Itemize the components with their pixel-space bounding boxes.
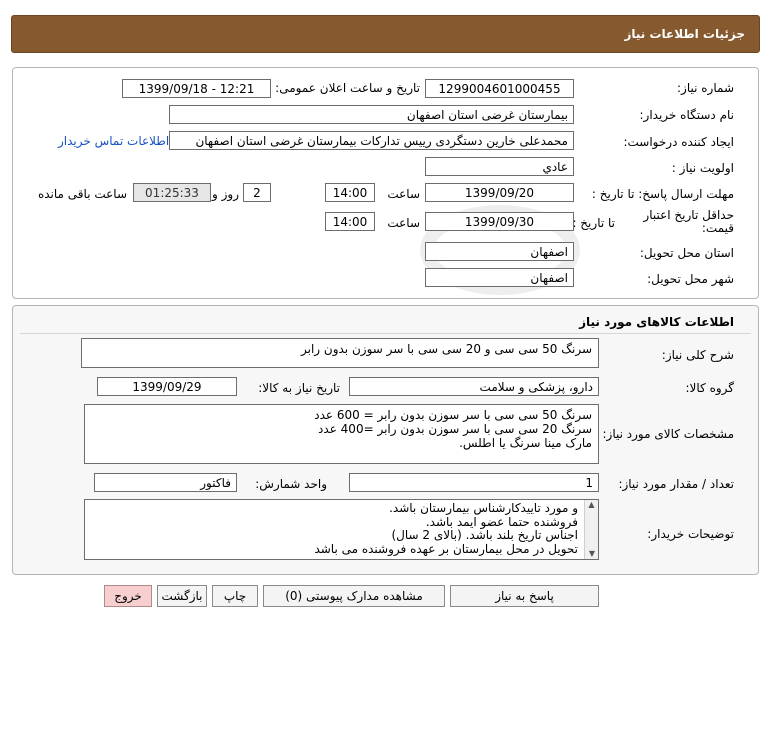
scroll-down-icon[interactable]: ▼ <box>585 549 599 559</box>
qty-field: 1 <box>349 473 599 492</box>
validity-time-field: 14:00 <box>325 212 375 231</box>
priority-field: عادي <box>425 157 574 176</box>
announce-field: 1399/09/18 - 12:21 <box>122 79 271 98</box>
specs-line: مارک مینا سرنگ یا اطلس. <box>459 436 592 450</box>
specs-line: سرنگ 50 سی سی با سر سوزن بدون رابر = 600… <box>314 408 592 422</box>
validity-label: حداقل تاریخ اعتبار قیمت: <box>643 208 734 235</box>
deadline-label: مهلت ارسال پاسخ: تا تاریخ : <box>591 187 734 201</box>
remaining-label: ساعت باقی مانده <box>37 187 127 201</box>
buyer-notes-line: اجناس تاریخ بلند باشد. (بالای 2 سال) <box>391 528 578 542</box>
qty-label: تعداد / مقدار مورد نیاز: <box>618 477 734 491</box>
exit-button[interactable]: خروج <box>104 585 152 607</box>
priority-label: اولویت نیاز : <box>671 161 734 175</box>
buyer-notes-line: فروشنده حتما عضو ایمد باشد. <box>425 514 578 529</box>
remaining-time-field: 01:25:33 <box>133 183 211 202</box>
unit-field: فاکتور <box>94 473 237 492</box>
buyer-notes-line: و مورد تاییدکارشناس بیمارستان باشد. <box>389 501 578 515</box>
page-title: جزئیات اطلاعات نیاز <box>624 27 745 41</box>
page-header: جزئیات اطلاعات نیاز <box>11 15 760 53</box>
buyer-notes-line: تحویل در محل بیمارستان بر عهده فروشنده م… <box>314 541 578 556</box>
group-field: دارو، پزشکی و سلامت <box>349 377 599 396</box>
specs-label: مشخصات کالای مورد نیاز: <box>602 427 734 441</box>
deadline-date-field: 1399/09/20 <box>425 183 574 202</box>
buyer-org-label: نام دستگاه خریدار: <box>639 108 735 122</box>
buyer-org-field: بیمارستان غرضی استان اصفهان <box>169 105 574 124</box>
validity-date-field: 1399/09/30 <box>425 212 574 231</box>
back-button[interactable]: بازگشت <box>157 585 207 607</box>
general-desc-label: شرح کلی نیاز: <box>661 348 734 362</box>
scroll-up-icon[interactable]: ▲ <box>585 500 598 510</box>
attachments-button[interactable]: مشاهده مدارک پیوستی (0) <box>263 585 445 607</box>
goods-title-divider <box>20 333 751 334</box>
print-button[interactable]: چاپ <box>212 585 258 607</box>
group-label: گروه کالا: <box>685 381 735 395</box>
city-label: شهر محل تحویل: <box>647 272 734 286</box>
specs-line: سرنگ 20 سی سی با سر سوزن بدون رابر =400 … <box>318 422 592 436</box>
reply-button[interactable]: پاسخ به نیاز <box>450 585 599 607</box>
general-desc-field: سرنگ 50 سی سی و 20 سی سی با سر سوزن بدون… <box>81 338 599 368</box>
buyer-notes-label: توضیحات خریدار: <box>647 527 734 541</box>
deadline-time-label: ساعت <box>387 187 420 201</box>
unit-label: واحد شمارش: <box>255 477 327 491</box>
buyer-notes-field[interactable]: و مورد تاییدکارشناس بیمارستان باشد. فروش… <box>84 499 599 560</box>
announce-label: تاریخ و ساعت اعلان عمومی: <box>275 81 420 95</box>
need-date-label: تاریخ نیاز به کالا: <box>258 381 340 395</box>
days-label: روز و <box>212 187 239 201</box>
need-number-field: 1299004601000455 <box>425 79 574 98</box>
validity-to-label: تا تاریخ : <box>572 216 615 230</box>
requester-label: ایجاد کننده درخواست: <box>623 135 734 149</box>
buyer-notes-scrollbar[interactable]: ▲ ▼ <box>584 500 598 559</box>
days-field: 2 <box>243 183 271 202</box>
contact-buyer-link[interactable]: اطلاعات تماس خریدار <box>58 134 169 148</box>
city-field: اصفهان <box>425 268 574 287</box>
province-field: اصفهان <box>425 242 574 261</box>
province-label: استان محل تحویل: <box>639 246 734 260</box>
info-panel <box>12 67 759 299</box>
need-number-label: شماره نیاز: <box>677 81 734 95</box>
specs-field: سرنگ 50 سی سی با سر سوزن بدون رابر = 600… <box>84 404 599 464</box>
deadline-time-field: 14:00 <box>325 183 375 202</box>
need-date-field: 1399/09/29 <box>97 377 237 396</box>
requester-field: محمدعلی خارین دستگردی رییس تدارکات بیمار… <box>169 131 574 150</box>
validity-time-label: ساعت <box>387 216 420 230</box>
goods-section-title: اطلاعات کالاهای مورد نیاز <box>579 315 734 329</box>
